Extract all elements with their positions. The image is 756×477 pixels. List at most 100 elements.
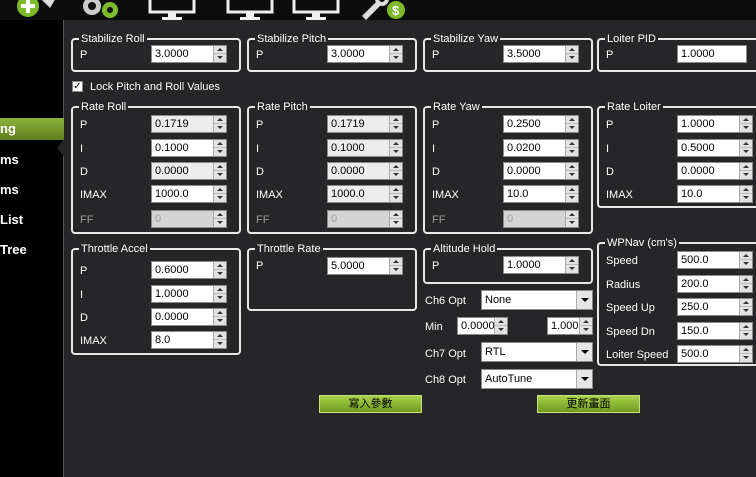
monitor-icon[interactable] — [148, 0, 196, 20]
decrement-icon[interactable] — [740, 148, 752, 156]
chevron-down-icon[interactable] — [576, 370, 592, 388]
tools-dollar-icon[interactable]: $ — [358, 0, 410, 20]
throttle-rate-p-input[interactable]: 5.0000 — [327, 257, 403, 275]
increment-icon[interactable] — [214, 262, 226, 270]
decrement-icon[interactable] — [214, 270, 226, 278]
stabilize-yaw-p-input[interactable]: 3.5000 — [503, 45, 579, 63]
rate-pitch-d-input[interactable]: 0.0000 — [327, 162, 403, 180]
rate-loiter-d-input[interactable]: 0.0000 — [677, 162, 753, 180]
increment-icon[interactable] — [740, 140, 752, 148]
decrement-icon[interactable] — [495, 326, 507, 334]
decrement-icon[interactable] — [390, 266, 402, 274]
decrement-icon[interactable] — [740, 284, 752, 292]
sidebar-item-tree[interactable]: Tree — [0, 239, 64, 261]
increment-icon[interactable] — [566, 186, 578, 194]
ch6-min-input[interactable]: 0.0000 — [457, 317, 508, 335]
increment-icon[interactable] — [740, 299, 752, 307]
decrement-icon[interactable] — [566, 265, 578, 273]
decrement-icon[interactable] — [566, 124, 578, 132]
decrement-icon[interactable] — [740, 124, 752, 132]
wpnav-speed-up-input[interactable]: 250.0 — [677, 298, 753, 316]
decrement-icon[interactable] — [566, 194, 578, 202]
stabilize-pitch-p-input[interactable]: 3.0000 — [327, 45, 403, 63]
increment-icon[interactable] — [566, 116, 578, 124]
increment-icon[interactable] — [740, 323, 752, 331]
increment-icon[interactable] — [214, 46, 226, 54]
decrement-icon[interactable] — [566, 54, 578, 62]
throttle-accel-i-input[interactable]: 1.0000 — [151, 285, 227, 303]
stabilize-roll-p-input[interactable]: 3.0000 — [151, 45, 227, 63]
decrement-icon[interactable] — [740, 171, 752, 179]
loiter-pid-p-input[interactable]: 1.0000 — [677, 45, 747, 63]
decrement-icon[interactable] — [740, 331, 752, 339]
sidebar-item-params[interactable]: ms — [0, 149, 64, 171]
throttle-accel-imax-input[interactable]: 8.0 — [151, 331, 227, 349]
rate-loiter-p-input[interactable]: 1.0000 — [677, 115, 753, 133]
rate-yaw-d-input[interactable]: 0.0000 — [503, 162, 579, 180]
increment-icon[interactable] — [390, 163, 402, 171]
rate-pitch-i-input[interactable]: 0.1000 — [327, 139, 403, 157]
increment-icon[interactable] — [390, 116, 402, 124]
monitor-icon[interactable] — [292, 0, 340, 20]
decrement-icon[interactable] — [566, 148, 578, 156]
decrement-icon[interactable] — [214, 148, 226, 156]
rate-roll-i-input[interactable]: 0.1000 — [151, 139, 227, 157]
increment-icon[interactable] — [740, 276, 752, 284]
throttle-accel-d-input[interactable]: 0.0000 — [151, 308, 227, 326]
ch6-max-input[interactable]: 1.000 — [547, 317, 593, 335]
ch6-opt-select[interactable]: None — [481, 290, 593, 310]
rate-roll-imax-input[interactable]: 1000.0 — [151, 185, 227, 203]
increment-icon[interactable] — [214, 186, 226, 194]
increment-icon[interactable] — [740, 252, 752, 260]
increment-icon[interactable] — [740, 186, 752, 194]
wpnav-speed-input[interactable]: 500.0 — [677, 251, 753, 269]
sidebar-item-full-params[interactable]: ms — [0, 179, 64, 201]
decrement-icon[interactable] — [390, 194, 402, 202]
wpnav-radius-input[interactable]: 200.0 — [677, 275, 753, 293]
wpnav-speed-dn-input[interactable]: 150.0 — [677, 322, 753, 340]
decrement-icon[interactable] — [214, 317, 226, 325]
wpnav-loiter-speed-input[interactable]: 500.0 — [677, 345, 753, 363]
refresh-screen-button[interactable]: 更新畫面 — [537, 395, 640, 413]
increment-icon[interactable] — [214, 309, 226, 317]
decrement-icon[interactable] — [390, 148, 402, 156]
throttle-accel-p-input[interactable]: 0.6000 — [151, 261, 227, 279]
rate-pitch-p-input[interactable]: 0.1719 — [327, 115, 403, 133]
increment-icon[interactable] — [214, 116, 226, 124]
decrement-icon[interactable] — [740, 307, 752, 315]
decrement-icon[interactable] — [390, 54, 402, 62]
increment-icon[interactable] — [390, 46, 402, 54]
increment-icon[interactable] — [740, 116, 752, 124]
ch8-opt-select[interactable]: AutoTune — [481, 369, 593, 389]
decrement-icon[interactable] — [214, 54, 226, 62]
rate-loiter-imax-input[interactable]: 10.0 — [677, 185, 753, 203]
increment-icon[interactable] — [390, 140, 402, 148]
decrement-icon[interactable] — [214, 294, 226, 302]
increment-icon[interactable] — [390, 186, 402, 194]
increment-icon[interactable] — [495, 318, 507, 326]
connect-plus-icon[interactable] — [14, 0, 60, 20]
sidebar-item-tuning[interactable]: ng — [0, 118, 64, 140]
decrement-icon[interactable] — [214, 171, 226, 179]
write-params-button[interactable]: 寫入參數 — [319, 395, 422, 413]
decrement-icon[interactable] — [740, 260, 752, 268]
sidebar-item-list[interactable]: List — [0, 209, 64, 231]
increment-icon[interactable] — [740, 346, 752, 354]
rate-pitch-imax-input[interactable]: 1000.0 — [327, 185, 403, 203]
rate-yaw-i-input[interactable]: 0.0200 — [503, 139, 579, 157]
decrement-icon[interactable] — [390, 171, 402, 179]
decrement-icon[interactable] — [390, 124, 402, 132]
lock-pitch-roll-checkbox[interactable]: ✓ — [72, 81, 83, 92]
increment-icon[interactable] — [566, 257, 578, 265]
rate-roll-d-input[interactable]: 0.0000 — [151, 162, 227, 180]
decrement-icon[interactable] — [214, 124, 226, 132]
increment-icon[interactable] — [214, 332, 226, 340]
rate-loiter-i-input[interactable]: 0.5000 — [677, 139, 753, 157]
decrement-icon[interactable] — [214, 194, 226, 202]
decrement-icon[interactable] — [566, 171, 578, 179]
ch7-opt-select[interactable]: RTL — [481, 342, 593, 362]
increment-icon[interactable] — [740, 163, 752, 171]
increment-icon[interactable] — [566, 140, 578, 148]
increment-icon[interactable] — [214, 140, 226, 148]
rate-roll-p-input[interactable]: 0.1719 — [151, 115, 227, 133]
